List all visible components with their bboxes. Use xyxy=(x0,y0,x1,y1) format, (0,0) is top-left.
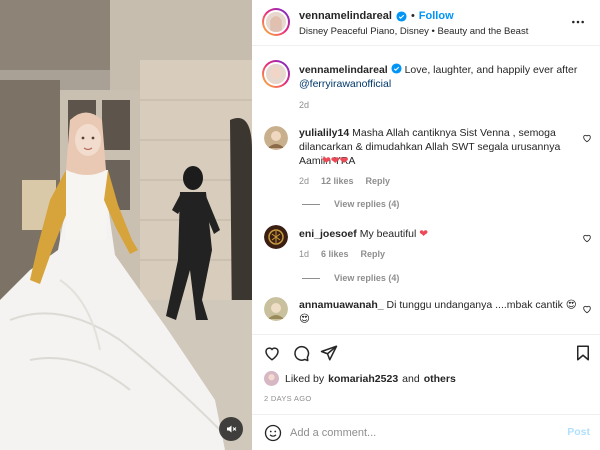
caption-username[interactable]: vennamelindareal xyxy=(299,64,388,76)
comment-emoji: 😍 xyxy=(565,299,577,311)
view-replies-button[interactable]: View replies (4) xyxy=(302,273,399,283)
post-comment-button[interactable]: Post xyxy=(567,426,590,438)
comment-likes[interactable]: 12 likes xyxy=(321,176,354,186)
comment-age[interactable]: 2d xyxy=(299,176,309,186)
replies-divider xyxy=(302,203,320,205)
post-media[interactable] xyxy=(0,0,252,450)
comment-avatar[interactable] xyxy=(264,297,288,321)
post-timestamp[interactable]: 2 DAYS AGO xyxy=(264,394,311,403)
verified-icon xyxy=(391,63,402,74)
comment-meta: 1d 6 likes Reply xyxy=(299,249,385,259)
comment-body: Di tunggu undanganya ....mbak cantik xyxy=(386,299,563,311)
comments-list[interactable]: vennamelindareal Love, laughter, and hap… xyxy=(252,47,600,333)
liker-username[interactable]: komariah2523 xyxy=(328,373,398,385)
post-video-frame xyxy=(0,0,252,450)
author-avatar[interactable] xyxy=(262,8,290,36)
verified-icon xyxy=(396,10,407,22)
caption-age[interactable]: 2d xyxy=(299,100,309,110)
post-header: vennamelindareal • Follow Disney Peacefu… xyxy=(252,0,600,46)
caption-text: vennamelindareal Love, laughter, and hap… xyxy=(299,63,589,91)
bookmark-icon[interactable] xyxy=(574,344,592,362)
add-comment-bar: Post xyxy=(252,414,600,450)
audio-credit[interactable]: Disney Peaceful Piano, Disney • Beauty a… xyxy=(299,26,528,37)
reply-button[interactable]: Reply xyxy=(366,176,391,186)
comment-icon[interactable] xyxy=(292,344,310,362)
post-side-panel: vennamelindareal • Follow Disney Peacefu… xyxy=(252,0,600,450)
caption-avatar[interactable] xyxy=(262,60,290,88)
caption-mention[interactable]: @ferryirawanofficial xyxy=(299,78,391,90)
likes-others-link[interactable]: others xyxy=(424,373,456,385)
reply-button[interactable]: Reply xyxy=(361,249,386,259)
comment-username[interactable]: yulialily14 xyxy=(299,127,349,139)
view-replies-label: View replies (4) xyxy=(334,273,400,283)
share-icon[interactable] xyxy=(320,344,338,362)
comment-hearts: ❤ xyxy=(419,228,429,240)
view-replies-button[interactable]: View replies (4) xyxy=(302,199,399,209)
comment-emoji: 😍 xyxy=(299,313,310,325)
more-icon[interactable] xyxy=(570,15,586,29)
author-line: vennamelindareal • Follow xyxy=(299,10,454,22)
comment-username[interactable]: eni_joesoef xyxy=(299,228,357,240)
heart-icon[interactable] xyxy=(263,344,281,362)
replies-divider xyxy=(302,277,320,279)
emoji-icon[interactable] xyxy=(264,424,282,442)
comment-text: annamuawanah_ Di tunggu undanganya ....m… xyxy=(299,298,579,326)
comment-input[interactable] xyxy=(290,424,540,442)
like-comment-heart-icon[interactable] xyxy=(582,304,592,314)
follow-button[interactable]: Follow xyxy=(419,10,454,22)
comment-username[interactable]: annamuawanah_ xyxy=(299,299,384,311)
mute-icon xyxy=(227,425,237,433)
mute-button[interactable] xyxy=(219,417,243,441)
caption-body: Love, laughter, and happily ever after xyxy=(404,64,578,76)
post-actions-bar xyxy=(252,334,600,370)
caption-meta: 2d xyxy=(299,100,309,110)
separator-dot: • xyxy=(410,10,415,22)
author-username[interactable]: vennamelindareal xyxy=(299,10,392,22)
comment-avatar[interactable] xyxy=(264,225,288,249)
liker-avatar[interactable] xyxy=(264,371,279,386)
comment-body: My beautiful xyxy=(359,228,417,240)
view-replies-label: View replies (4) xyxy=(334,199,400,209)
like-comment-heart-icon[interactable] xyxy=(582,233,592,243)
comment-age[interactable]: 1d xyxy=(299,249,309,259)
comment-meta: 2d 12 likes Reply xyxy=(299,176,390,186)
comment-hearts: ❤❤❤ xyxy=(322,155,349,167)
likes-and: and xyxy=(402,372,420,385)
likes-summary: Liked by komariah2523 and others xyxy=(264,371,456,386)
comment-avatar[interactable] xyxy=(264,126,288,150)
comment-likes[interactable]: 6 likes xyxy=(321,249,349,259)
likes-prefix: Liked by xyxy=(285,372,325,385)
comment-text: eni_joesoef My beautiful ❤ xyxy=(299,227,574,241)
like-comment-heart-icon[interactable] xyxy=(582,133,592,143)
